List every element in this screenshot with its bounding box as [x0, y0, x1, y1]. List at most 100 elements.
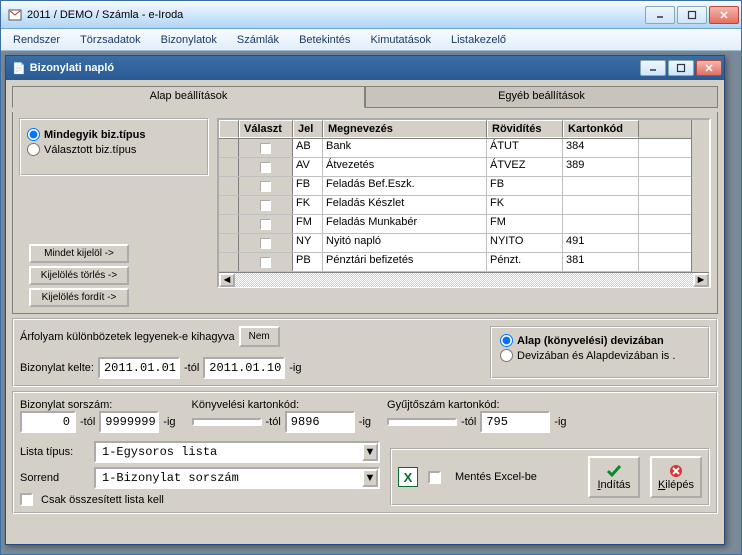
gyujto-to-input[interactable]: 795	[480, 411, 550, 433]
dialog-maximize-button[interactable]	[668, 60, 694, 76]
grid-hscroll[interactable]: ◄ ►	[219, 272, 709, 287]
lista-combo[interactable]: 1-Egysoros lista▼	[94, 441, 380, 463]
konyv-from-input[interactable]	[192, 418, 262, 426]
close-button[interactable]: Kilépés	[650, 456, 702, 498]
radio-all-label: Mindegyik biz.típus	[44, 129, 145, 141]
clear-selection-button[interactable]: Kijelölés törlés ->	[29, 266, 129, 285]
start-button[interactable]: Indítás	[588, 456, 640, 498]
sorrend-combo[interactable]: 1-Bizonylat sorszám▼	[94, 467, 380, 489]
os-titlebar: 2011 / DEMO / Számla - e-Iroda	[1, 1, 741, 29]
table-row[interactable]: PBPénztári befizetésPénzt.381	[219, 253, 691, 272]
cell-jel: FK	[293, 196, 323, 214]
table-row[interactable]: ABBankÁTUT384	[219, 139, 691, 158]
row-check[interactable]	[239, 215, 293, 233]
os-close-button[interactable]	[709, 6, 739, 24]
table-row[interactable]: NYNyitó naplóNYITO491	[219, 234, 691, 253]
row-check[interactable]	[239, 196, 293, 214]
radio-sel-label: Választott biz.típus	[44, 144, 136, 156]
dialog-window: 📄 Bizonylati napló Alap beállítások Egyé…	[5, 55, 725, 545]
radio-both-label: Devizában és Alapdevizában is .	[517, 350, 675, 362]
grid-header-kartonkod[interactable]: Kartonkód	[563, 120, 639, 138]
grid-header-megnevezes[interactable]: Megnevezés	[323, 120, 487, 138]
gyujto-from-input[interactable]	[387, 418, 457, 426]
cell-jel: NY	[293, 234, 323, 252]
cell-kartonkod: 384	[563, 139, 639, 157]
date-to-input[interactable]: 2011.01.10	[203, 357, 285, 379]
menu-betekintes[interactable]: Betekintés	[291, 32, 358, 48]
menu-listakezelo[interactable]: Listakezelő	[443, 32, 514, 48]
row-selector[interactable]	[219, 215, 239, 233]
row-check[interactable]	[239, 234, 293, 252]
dialog-title: Bizonylati napló	[30, 62, 640, 74]
csak-label: Csak összesített lista kell	[41, 494, 164, 506]
cell-kartonkod	[563, 196, 639, 214]
dialog-minimize-button[interactable]	[640, 60, 666, 76]
konyv-to-input[interactable]: 9896	[285, 411, 355, 433]
table-row[interactable]: FBFeladás Bef.Eszk.FB	[219, 177, 691, 196]
tab-egyeb[interactable]: Egyéb beállítások	[365, 86, 718, 108]
table-row[interactable]: AVÁtvezetésÁTVEZ389	[219, 158, 691, 177]
menu-torzsadatok[interactable]: Törzsadatok	[72, 32, 149, 48]
table-row[interactable]: FMFeladás MunkabérFM	[219, 215, 691, 234]
row-selector[interactable]	[219, 158, 239, 176]
date-from-input[interactable]: 2011.01.01	[98, 357, 180, 379]
table-row[interactable]: FKFeladás KészletFK	[219, 196, 691, 215]
row-check[interactable]	[239, 139, 293, 157]
tab-alap[interactable]: Alap beállítások	[12, 86, 365, 108]
cell-megnevezes: Átvezetés	[323, 158, 487, 176]
grid-header-valaszt[interactable]: Választ	[239, 120, 293, 138]
os-minimize-button[interactable]	[645, 6, 675, 24]
cell-rovidites: Pénzt.	[487, 253, 563, 271]
menu-kimutatasok[interactable]: Kimutatások	[362, 32, 439, 48]
radio-base-label: Alap (könyvelési) devizában	[517, 335, 664, 347]
check-icon	[606, 464, 622, 478]
invert-selection-button[interactable]: Kijelölés fordít ->	[29, 288, 129, 307]
radio-both-currency[interactable]	[500, 349, 513, 362]
cell-megnevezes: Feladás Készlet	[323, 196, 487, 214]
cell-jel: AV	[293, 158, 323, 176]
menu-rendszer[interactable]: Rendszer	[5, 32, 68, 48]
os-maximize-button[interactable]	[677, 6, 707, 24]
sorszam-label: Bizonylat sorszám:	[20, 399, 176, 411]
menu-szamlak[interactable]: Számlák	[229, 32, 287, 48]
cell-jel: FM	[293, 215, 323, 233]
cell-megnevezes: Feladás Munkabér	[323, 215, 487, 233]
footer-group: X Mentés Excel-be Indítás Kilépés	[390, 448, 710, 506]
row-selector[interactable]	[219, 139, 239, 157]
chevron-down-icon: ▼	[362, 443, 378, 461]
grid-vscroll[interactable]	[691, 120, 709, 272]
sorszam-to-input[interactable]: 9999999	[99, 411, 159, 433]
select-all-button[interactable]: Mindet kijelöl ->	[29, 244, 129, 263]
fx-label: Árfolyam különbözetek legyenek-e kihagyv…	[20, 331, 235, 343]
row-check[interactable]	[239, 158, 293, 176]
sorszam-from-input[interactable]: 0	[20, 411, 76, 433]
close-label: ilépés	[665, 479, 694, 491]
dialog-close-button[interactable]	[696, 60, 722, 76]
row-selector[interactable]	[219, 196, 239, 214]
date-suffix-from: -tól	[184, 362, 199, 374]
row-selector[interactable]	[219, 177, 239, 195]
grid-body[interactable]: ABBankÁTUT384AVÁtvezetésÁTVEZ389FBFeladá…	[219, 139, 691, 272]
grid-header-rovidites[interactable]: Rövidítés	[487, 120, 563, 138]
row-check[interactable]	[239, 177, 293, 195]
cell-jel: PB	[293, 253, 323, 271]
hscroll-left-icon[interactable]: ◄	[219, 273, 235, 287]
date-label: Bizonylat kelte:	[20, 362, 94, 374]
menu-bizonylatok[interactable]: Bizonylatok	[153, 32, 225, 48]
row-check[interactable]	[239, 253, 293, 271]
grid[interactable]: Választ Jel Megnevezés Rövidítés Kartonk…	[217, 118, 711, 288]
row-selector[interactable]	[219, 253, 239, 271]
csak-checkbox[interactable]	[20, 493, 33, 506]
fx-toggle-button[interactable]: Nem	[239, 326, 280, 347]
row-selector[interactable]	[219, 234, 239, 252]
sorrend-label: Sorrend	[20, 472, 90, 484]
grid-header-jel[interactable]: Jel	[293, 120, 323, 138]
currency-group: Alap (könyvelési) devizában Devizában és…	[490, 326, 710, 379]
radio-base-currency[interactable]	[500, 334, 513, 347]
cell-jel: AB	[293, 139, 323, 157]
radio-selected-types[interactable]	[27, 143, 40, 156]
radio-all-types[interactable]	[27, 128, 40, 141]
cell-megnevezes: Nyitó napló	[323, 234, 487, 252]
hscroll-right-icon[interactable]: ►	[693, 273, 709, 287]
excel-checkbox[interactable]	[428, 471, 441, 484]
